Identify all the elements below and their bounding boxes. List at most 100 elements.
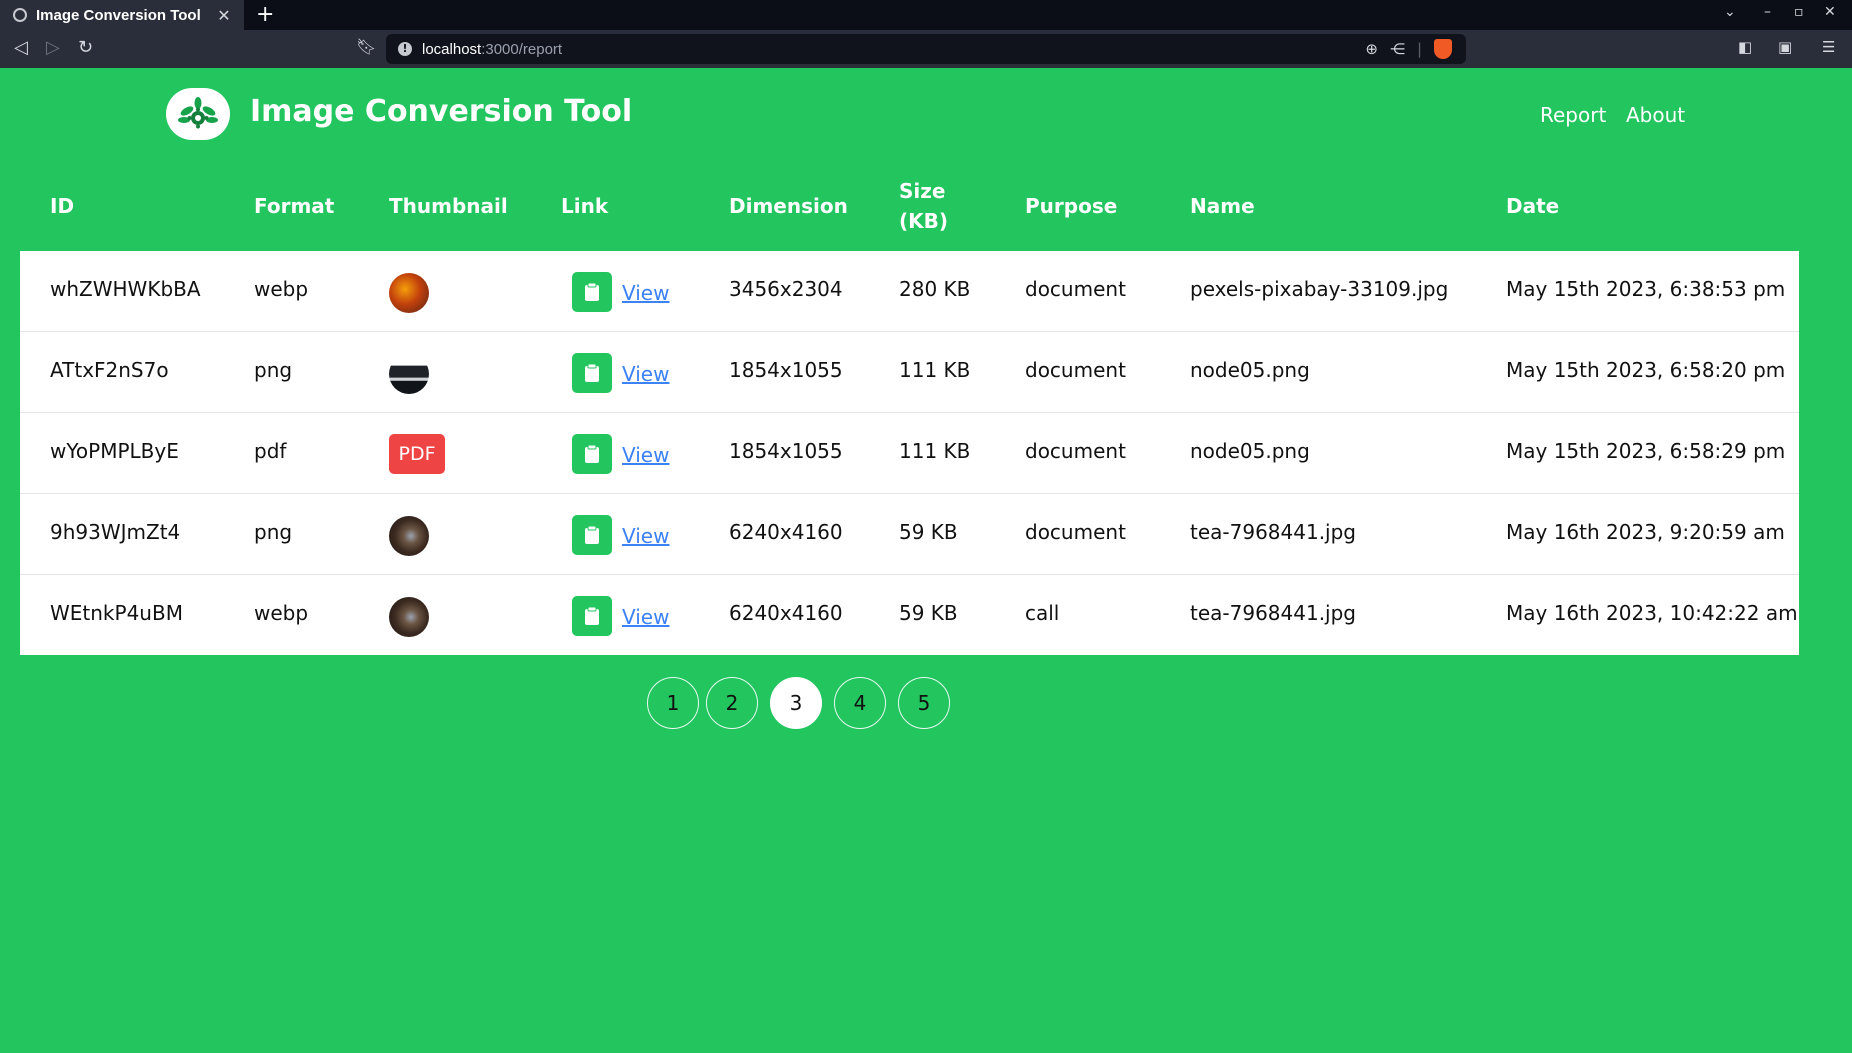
cell-format: pdf bbox=[254, 439, 287, 463]
zoom-icon[interactable]: ⊕ bbox=[1365, 40, 1378, 58]
cell-size: 59 KB bbox=[899, 601, 958, 625]
cell-id: WEtnkP4uBM bbox=[50, 601, 183, 625]
cell-id: whZWHWKbBA bbox=[50, 277, 201, 301]
maximize-icon[interactable]: ▫ bbox=[1794, 4, 1804, 20]
table-row: WEtnkP4uBM webp View 6240x4160 59 KB cal… bbox=[20, 575, 1799, 656]
tab-list-chevron-icon[interactable]: ⌄ bbox=[1724, 4, 1736, 20]
cell-purpose: document bbox=[1025, 520, 1126, 544]
column-header-link[interactable]: Link bbox=[561, 191, 608, 221]
view-link[interactable]: View bbox=[622, 281, 669, 305]
close-window-icon[interactable]: ✕ bbox=[1824, 4, 1836, 20]
app-logo bbox=[166, 88, 230, 140]
thumbnail-autumn-tree-image[interactable] bbox=[389, 273, 429, 313]
globe-icon bbox=[13, 8, 27, 22]
menu-icon[interactable]: ☰ bbox=[1822, 38, 1835, 56]
report-table: whZWHWKbBA webp View 3456x2304 280 KB do… bbox=[20, 251, 1799, 655]
browser-toolbar: ◁ ▷ ↻ 🔖︎ ! localhost :3000/report ⊕ ⋲ | … bbox=[0, 30, 1852, 68]
column-header-purpose[interactable]: Purpose bbox=[1025, 191, 1117, 221]
column-header-date[interactable]: Date bbox=[1506, 191, 1559, 221]
view-link[interactable]: View bbox=[622, 605, 669, 629]
nav-link-report[interactable]: Report bbox=[1540, 103, 1606, 127]
site-info-icon[interactable]: ! bbox=[398, 42, 412, 56]
cell-size: 59 KB bbox=[899, 520, 958, 544]
tab-close-icon[interactable]: ✕ bbox=[212, 6, 236, 25]
column-header-id[interactable]: ID bbox=[50, 191, 74, 221]
thumbnail-tea-image[interactable] bbox=[389, 597, 429, 637]
cell-id: 9h93WJmZt4 bbox=[50, 520, 181, 544]
copy-link-button[interactable] bbox=[572, 272, 612, 312]
cell-format: png bbox=[254, 358, 293, 382]
forward-icon[interactable]: ▷ bbox=[46, 37, 60, 58]
clipboard-icon bbox=[585, 282, 599, 301]
page-button-2[interactable]: 2 bbox=[706, 677, 758, 729]
column-header-thumbnail[interactable]: Thumbnail bbox=[389, 191, 508, 221]
cell-date: May 16th 2023, 9:20:59 am bbox=[1506, 520, 1785, 544]
url-host: localhost bbox=[422, 40, 482, 58]
cell-purpose: document bbox=[1025, 358, 1126, 382]
back-icon[interactable]: ◁ bbox=[14, 37, 28, 58]
thumbnail-dark-screenshot-image[interactable] bbox=[389, 354, 429, 394]
cell-id: ATtxF2nS7o bbox=[50, 358, 169, 382]
minimize-icon[interactable]: – bbox=[1764, 4, 1771, 20]
copy-link-button[interactable] bbox=[572, 596, 612, 636]
column-header-format[interactable]: Format bbox=[254, 191, 334, 221]
new-tab-button[interactable]: + bbox=[256, 2, 274, 27]
page-button-4[interactable]: 4 bbox=[834, 677, 886, 729]
cell-format: png bbox=[254, 520, 293, 544]
cell-dimension: 6240x4160 bbox=[729, 601, 843, 625]
address-bar[interactable]: ! localhost :3000/report ⊕ ⋲ | bbox=[386, 34, 1466, 64]
cell-date: May 15th 2023, 6:58:20 pm bbox=[1506, 358, 1786, 382]
cell-name: tea-7968441.jpg bbox=[1190, 520, 1356, 544]
table-row: 9h93WJmZt4 png View 6240x4160 59 KB docu… bbox=[20, 494, 1799, 575]
page-button-3-current[interactable]: 3 bbox=[770, 677, 822, 729]
column-header-name[interactable]: Name bbox=[1190, 191, 1255, 221]
view-link[interactable]: View bbox=[622, 362, 669, 386]
cell-name: pexels-pixabay-33109.jpg bbox=[1190, 277, 1449, 301]
url-path: :3000/report bbox=[481, 40, 563, 58]
cell-id: wYoPMPLByE bbox=[50, 439, 179, 463]
table-row: whZWHWKbBA webp View 3456x2304 280 KB do… bbox=[20, 251, 1799, 332]
cell-size: 111 KB bbox=[899, 439, 971, 463]
copy-link-button[interactable] bbox=[572, 434, 612, 474]
page-button-5[interactable]: 5 bbox=[898, 677, 950, 729]
view-link[interactable]: View bbox=[622, 443, 669, 467]
clipboard-icon bbox=[585, 363, 599, 382]
sidebar-toggle-icon[interactable]: ◧ bbox=[1738, 38, 1752, 56]
cell-purpose: call bbox=[1025, 601, 1060, 625]
copy-link-button[interactable] bbox=[572, 515, 612, 555]
wallet-icon[interactable]: ▣ bbox=[1778, 38, 1792, 56]
cell-dimension: 1854x1055 bbox=[729, 439, 843, 463]
page-button-1[interactable]: 1 bbox=[647, 677, 699, 729]
cell-size: 111 KB bbox=[899, 358, 971, 382]
view-link[interactable]: View bbox=[622, 524, 669, 548]
brave-shield-icon[interactable] bbox=[1434, 39, 1452, 59]
browser-tab[interactable]: Image Conversion Tool ✕ bbox=[0, 0, 244, 30]
cell-name: node05.png bbox=[1190, 358, 1310, 382]
reload-icon[interactable]: ↻ bbox=[78, 37, 93, 58]
cell-dimension: 6240x4160 bbox=[729, 520, 843, 544]
bookmark-icon[interactable]: 🔖︎ bbox=[356, 37, 376, 56]
tab-title: Image Conversion Tool bbox=[36, 6, 201, 24]
pdf-badge[interactable]: PDF bbox=[389, 434, 445, 474]
cell-purpose: document bbox=[1025, 277, 1126, 301]
cell-size: 280 KB bbox=[899, 277, 971, 301]
column-header-dimension[interactable]: Dimension bbox=[729, 191, 848, 221]
table-row: wYoPMPLByE pdf PDF View 1854x1055 111 KB… bbox=[20, 413, 1799, 494]
copy-link-button[interactable] bbox=[572, 353, 612, 393]
column-header-size[interactable]: Size (KB) bbox=[899, 176, 959, 236]
thumbnail-tea-image[interactable] bbox=[389, 516, 429, 556]
cell-format: webp bbox=[254, 601, 309, 625]
nav-link-about[interactable]: About bbox=[1626, 103, 1685, 127]
leaf-gear-icon bbox=[178, 97, 218, 129]
clipboard-icon bbox=[585, 444, 599, 463]
cell-date: May 15th 2023, 6:58:29 pm bbox=[1506, 439, 1786, 463]
cell-name: tea-7968441.jpg bbox=[1190, 601, 1356, 625]
cell-date: May 16th 2023, 10:42:22 am bbox=[1506, 601, 1798, 625]
page: Image Conversion Tool Report About ID Fo… bbox=[0, 68, 1852, 1053]
share-icon[interactable]: ⋲ bbox=[1390, 40, 1405, 58]
clipboard-icon bbox=[585, 606, 599, 625]
browser-tab-bar: Image Conversion Tool ✕ + ⌄ – ▫ ✕ bbox=[0, 0, 1852, 30]
clipboard-icon bbox=[585, 525, 599, 544]
cell-purpose: document bbox=[1025, 439, 1126, 463]
table-row: ATtxF2nS7o png View 1854x1055 111 KB doc… bbox=[20, 332, 1799, 413]
